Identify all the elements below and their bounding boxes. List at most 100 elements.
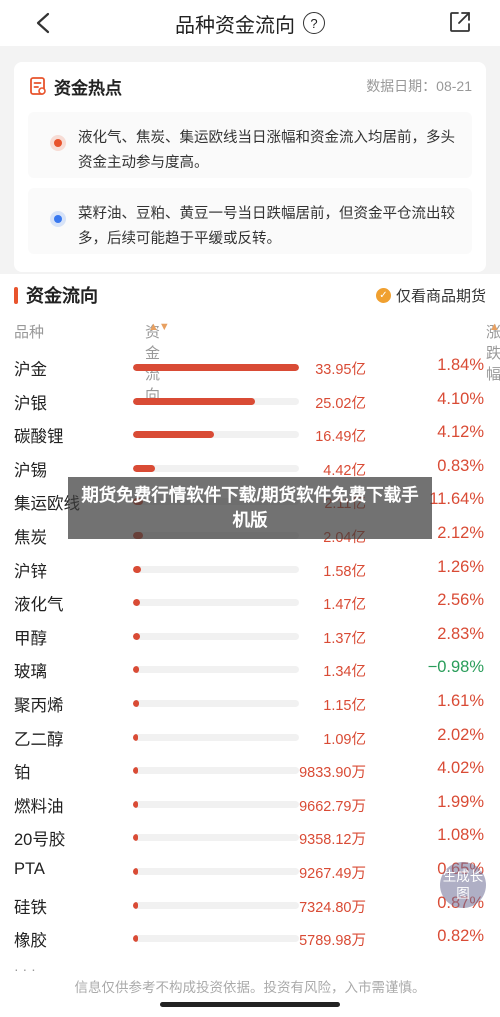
flow-bar-track [133,867,299,875]
table-row[interactable]: 玻璃 1.34亿 −0.98% [0,652,500,686]
table-row[interactable]: 甲醇 1.37亿 2.83% [0,619,500,653]
table-row[interactable]: PTA9267.49万0.65% [0,854,500,888]
commodity-name: 甲醇 [14,629,47,648]
col-name: 品种 [14,324,45,341]
commodity-name: 20号胶 [14,831,66,850]
change-percent: −0.98% [427,658,484,677]
generate-long-image-button[interactable]: 生成长图 [440,862,486,908]
flow-bar-fill [133,666,140,674]
flow-amount: 1.47亿 [323,597,366,614]
hotspot-title: 资金热点 [54,78,122,98]
table-header: 品种 资金流向▲▼ 涨跌幅▲▼ [14,321,500,404]
flow-amount: 5789.98万 [299,933,366,950]
flow-amount: 1.09亿 [323,731,366,748]
flow-bar-track [133,666,299,674]
commodity-name: 焦炭 [14,528,47,547]
flow-amount: 7324.80万 [299,899,366,916]
section-accent-bar [14,286,18,304]
flow-bar-fill [133,834,138,842]
change-percent: 11.64% [429,490,484,509]
share-icon[interactable] [448,10,472,34]
change-percent: 4.02% [437,759,484,778]
change-percent: 1.61% [437,691,484,710]
flow-header: 资金流向 ✓ 仅看商品期货 [14,282,486,308]
table-row[interactable]: 燃料油 9662.79万 1.99% [0,787,500,821]
hotspot-item-text: 液化气、焦炭、集运欧线当日涨幅和资金流入均居前，多头资金主动参与度高。 [78,130,455,171]
flow-bar-fill [133,364,299,371]
check-icon: ✓ [375,287,391,303]
table-row[interactable]: 铂 9833.90万 4.02% [0,753,500,787]
hotspot-icon [28,76,48,96]
blue-dot-icon [50,211,66,227]
commodity-only-toggle[interactable]: ✓ 仅看商品期货 [375,285,486,306]
table-row[interactable]: 乙二醇 1.09亿 2.02% [0,720,500,754]
table-row[interactable]: 碳酸锂 16.49亿 4.12% [0,417,500,451]
flow-bar-track [133,599,299,607]
commodity-name: 沪银 [14,394,47,413]
flow-amount: 1.37亿 [323,630,366,647]
sort-icon: ▲▼ [489,321,500,333]
table-row[interactable]: 沪锌 1.58亿 1.26% [0,552,500,586]
flow-amount: 16.49亿 [315,429,366,446]
flow-amount: 1.15亿 [323,697,366,714]
table-row[interactable]: 聚丙烯 1.15亿 1.61% [0,686,500,720]
flow-amount: 9358.12万 [299,832,366,849]
commodity-name: 沪锌 [14,562,47,581]
commodity-name: 沪金 [14,361,47,379]
flow-bar-fill [133,767,138,775]
commodity-name: 硅铁 [14,898,47,917]
table-row[interactable]: 硅铁7324.80万0.87% [0,888,500,922]
flow-amount: 9267.49万 [299,865,366,882]
commodity-name: PTA [14,859,45,878]
flow-bar-fill [133,935,138,943]
table-row[interactable]: 液化气 1.47亿 2.56% [0,585,500,619]
table-row[interactable]: 沪银 25.02亿 4.10% [0,384,500,418]
help-icon[interactable]: ? [303,12,325,34]
change-percent: 2.56% [437,591,484,610]
change-percent: 4.12% [437,423,484,442]
flow-bar-track [133,800,299,808]
flow-bar-track [133,464,299,472]
hotspot-header: 资金热点 数据日期：08-21 [28,74,472,98]
table-row[interactable]: 橡胶 5789.98万 0.82% [0,921,500,955]
flow-bar-track [133,565,299,573]
capital-hotspot-card: 资金热点 数据日期：08-21 液化气、焦炭、集运欧线当日涨幅和资金流入均居前，… [14,62,486,272]
change-percent: 0.83% [437,456,484,475]
change-percent: 1.08% [437,826,484,845]
hotspot-item: 液化气、焦炭、集运欧线当日涨幅和资金流入均居前，多头资金主动参与度高。 [28,112,472,178]
watermark-overlay: 期货免费行情软件下载/期货软件免费下载手机版 [68,477,432,539]
hotspot-item: 菜籽油、豆粕、黄豆一号当日跌幅居前，但资金平仓流出较多，后续可能趋于平缓或反转。 [28,188,472,254]
capital-flow-card: 资金流向 ✓ 仅看商品期货 品种 资金流向▲▼ 涨跌幅▲▼ 沪金 33.95亿 1.… [0,274,500,1017]
flow-bar-track [133,901,299,909]
hotspot-item-text: 菜籽油、豆粕、黄豆一号当日跌幅居前，但资金平仓流出较多，后续可能趋于平缓或反转。 [78,206,455,247]
flow-bar-fill [133,565,141,573]
table-row[interactable]: 20号胶 9358.12万 1.08% [0,820,500,854]
commodity-name: 乙二醇 [14,730,64,749]
partial-row-peek: · · · [14,966,50,972]
commodity-name: 燃料油 [14,797,64,816]
back-icon[interactable] [30,10,56,36]
flow-amount: 1.34亿 [323,664,366,681]
table-row[interactable]: 沪金 33.95亿 1.84% [0,350,500,384]
change-percent: 1.84% [437,356,484,374]
flow-title: 资金流向 [26,286,98,306]
change-percent: 1.26% [437,557,484,576]
change-percent: 2.12% [437,523,484,542]
flow-bar-track [133,834,299,842]
sort-icon: ▲▼ [148,321,170,333]
flow-bar-fill [133,800,138,808]
flow-amount: 25.02亿 [315,395,366,412]
flow-bar-track [133,431,299,439]
red-dot-icon [50,135,66,151]
flow-bar-fill [133,733,139,741]
page-title: 品种资金流向 ? [175,9,325,38]
flow-bar-fill [133,867,138,875]
disclaimer: 信息仅供参考不构成投资依据。投资有风险，入市需谨慎。 [74,980,426,995]
flow-amount: 9662.79万 [299,798,366,815]
commodity-name: 玻璃 [14,663,47,682]
change-percent: 0.82% [437,927,484,946]
change-percent: 4.10% [437,389,484,408]
data-date: 数据日期：08-21 [366,78,472,94]
change-percent: 2.02% [437,725,484,744]
flow-bar-fill [133,901,138,909]
